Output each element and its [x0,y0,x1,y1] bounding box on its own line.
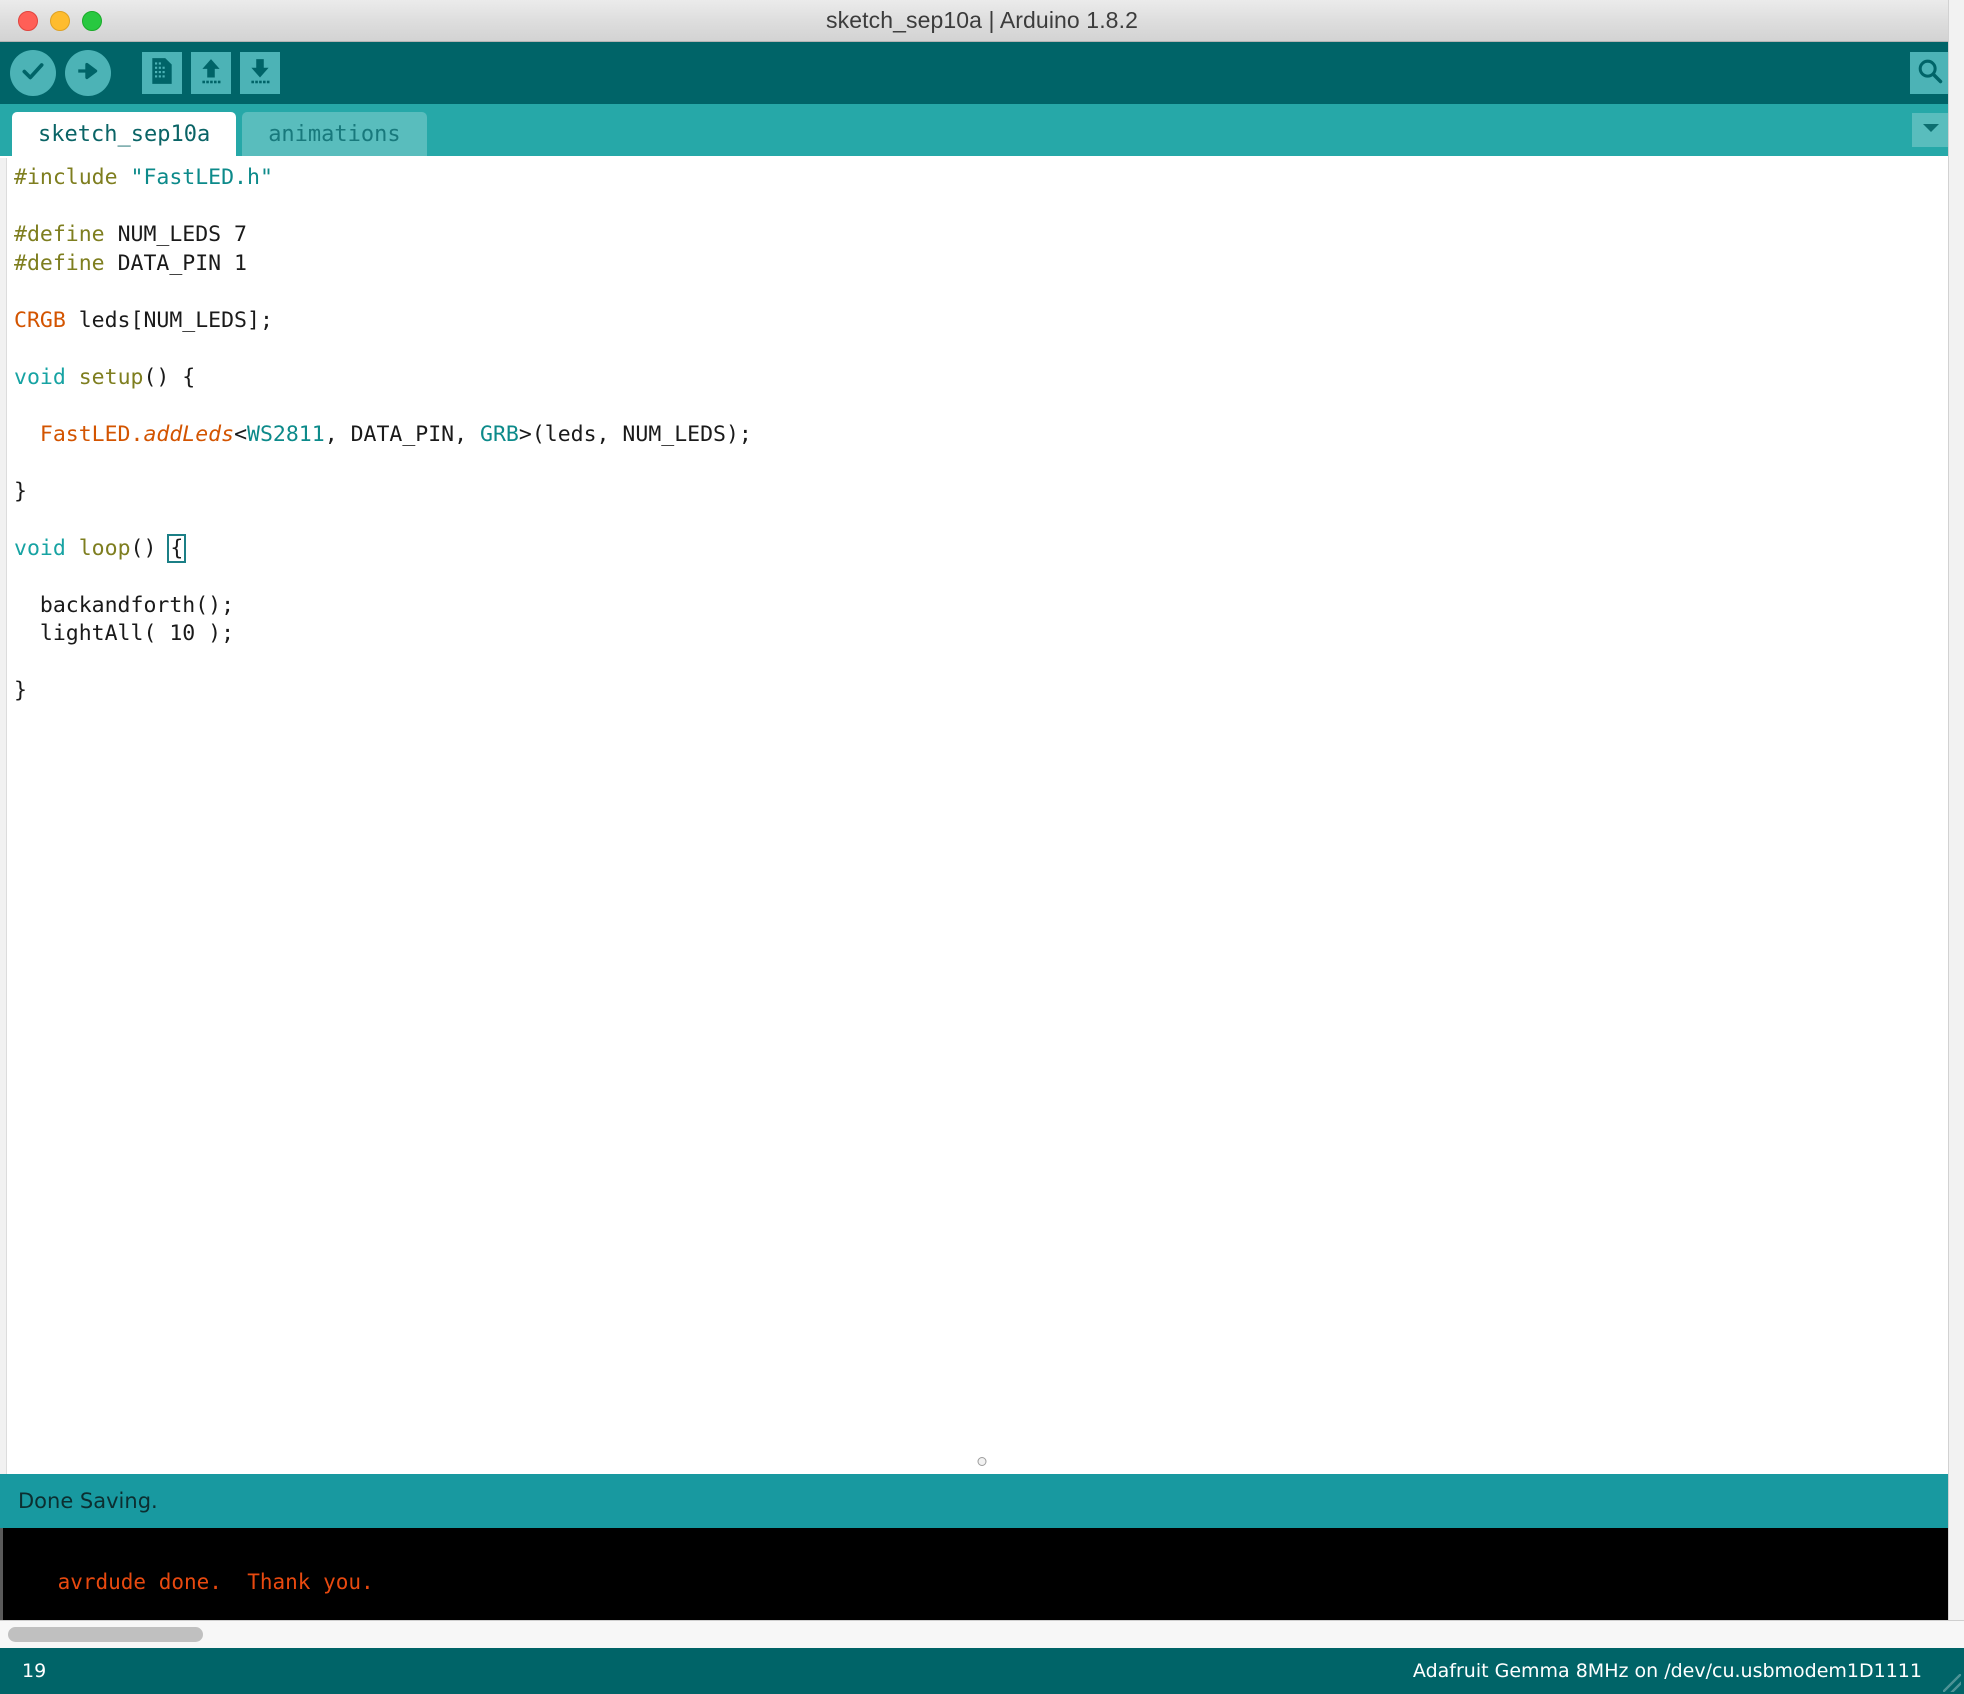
console-horizontal-scrollbar[interactable] [0,1620,1964,1648]
code-line: } [14,478,1964,507]
code-token: { [167,533,187,563]
code-token: WS2811 [247,421,325,447]
code-token: } [14,678,27,703]
code-token: void [14,364,66,390]
code-token: NUM_LEDS 7 [117,222,248,247]
line-number-indicator: 19 [22,1660,47,1682]
new-document-icon [149,57,175,90]
tab-label: sketch_sep10a [38,121,211,147]
open-sketch-button[interactable] [191,52,231,94]
code-token: loop [78,535,131,561]
tab-label: animations [268,121,401,147]
window-title: sketch_sep10a | Arduino 1.8.2 [826,7,1138,33]
code-line: #define DATA_PIN 1 [14,250,1964,279]
code-line: void loop() { [14,533,1964,564]
code-token: backandforth(); [14,592,235,618]
code-line: } [14,677,1964,706]
code-line: FastLED.addLeds<WS2811, DATA_PIN, GRB>(l… [14,421,1964,450]
tab-sketch-sep10a[interactable]: sketch_sep10a [12,112,237,156]
tab-animations[interactable]: animations [242,112,427,156]
code-token: #include [14,165,131,190]
code-line: CRGB leds[NUM_LEDS]; [14,307,1964,336]
code-token: leds[NUM_LEDS]; [65,307,273,333]
code-token: FastLED. [39,421,144,447]
checkmark-icon [20,58,46,89]
code-token: () [130,535,170,561]
code-token: setup [78,364,144,390]
window-controls [18,10,102,31]
code-token: #define [14,222,118,247]
close-window-button[interactable] [18,10,38,31]
pane-resize-handle[interactable] [977,1457,987,1466]
code-token: lightAll( 10 ); [14,621,235,646]
minimize-window-button[interactable] [50,10,70,31]
console-output[interactable]: avrdude done. Thank you. [0,0,1964,1694]
arduino-ide-window: sketch_sep10a | Arduino 1.8.2 sketch_sep… [0,0,1964,1694]
code-token: void [14,535,66,561]
code-token: #define [14,250,118,276]
magnifier-icon [1916,57,1944,90]
code-token: , DATA_PIN, [324,421,481,447]
code-text[interactable]: #include "FastLED.h" #define NUM_LEDS 7 #… [14,164,1964,706]
new-sketch-button[interactable] [142,52,182,94]
resize-grip-icon[interactable] [1943,1674,1961,1692]
code-token: GRB [480,421,519,447]
console-vertical-scrollbar[interactable] [1948,0,1964,1694]
editor-gutter [0,158,7,1474]
code-token: CRGB [14,307,66,333]
toolbar [0,42,1964,104]
tab-menu-button[interactable] [1912,113,1950,147]
code-line: lightAll( 10 ); [14,620,1964,649]
code-token: "FastLED.h" [130,165,273,190]
serial-monitor-button[interactable] [1910,52,1950,94]
code-line: void setup() { [14,364,1964,393]
tab-bar: sketch_sep10a animations [0,104,1964,156]
status-message-bar: Done Saving. [0,1474,1964,1528]
code-token: < [234,421,248,447]
code-token: } [14,478,27,504]
status-message: Done Saving. [18,1489,158,1513]
maximize-window-button[interactable] [82,10,102,31]
chevron-down-icon [1922,121,1940,139]
arrow-up-icon [198,57,224,90]
arrow-down-icon [247,57,273,90]
code-token: >(leds, NUM_LEDS); [518,421,752,447]
title-bar: sketch_sep10a | Arduino 1.8.2 [0,0,1964,42]
board-port-indicator: Adafruit Gemma 8MHz on /dev/cu.usbmodem1… [1412,1660,1922,1682]
code-line: backandforth(); [14,592,1964,621]
verify-button[interactable] [10,50,56,96]
code-token: () { [143,364,196,390]
save-sketch-button[interactable] [240,52,280,94]
code-token: addLeds [143,421,235,447]
scrollbar-thumb[interactable] [8,1627,203,1642]
code-editor[interactable]: #include "FastLED.h" #define NUM_LEDS 7 #… [0,156,1964,1474]
arrow-right-icon [75,58,101,89]
code-token: DATA_PIN 1 [117,250,248,276]
code-line: #include "FastLED.h" [14,164,1964,193]
status-bar: 19 Adafruit Gemma 8MHz on /dev/cu.usbmod… [0,1648,1964,1694]
code-line: #define NUM_LEDS 7 [14,221,1964,250]
upload-button[interactable] [65,50,111,96]
console-text: avrdude done. Thank you. [57,1570,374,1594]
